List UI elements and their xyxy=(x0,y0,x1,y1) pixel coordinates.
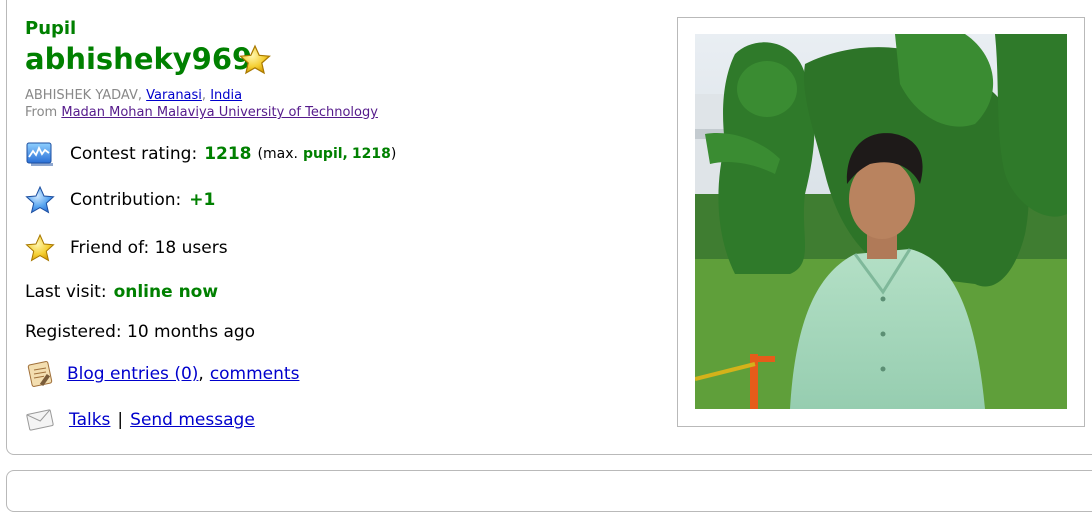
last-visit-value: online now xyxy=(113,282,219,302)
registered-row: Registered: 10 months ago xyxy=(25,322,255,342)
friend-of-text: Friend of: 18 users xyxy=(70,238,228,258)
rating-label: Contest rating: xyxy=(70,144,198,164)
link-separator: | xyxy=(117,410,124,430)
full-name: ABHISHEK YADAV xyxy=(25,88,138,103)
user-location: ABHISHEK YADAV, Varanasi, India xyxy=(25,88,243,103)
blog-entries-link[interactable]: Blog entries (0) xyxy=(67,364,198,384)
friends-row: Friend of: 18 users xyxy=(25,233,228,263)
comma-separator: , xyxy=(198,364,204,384)
organization-link[interactable]: Madan Mohan Malaviya University of Techn… xyxy=(61,105,378,120)
avatar-image xyxy=(695,34,1067,409)
country-link[interactable]: India xyxy=(210,88,242,103)
contest-rating-row: Contest rating: 1218 (max. pupil, 1218 ) xyxy=(25,139,396,169)
user-organization: From Madan Mohan Malaviya University of … xyxy=(25,105,378,120)
contribution-value: +1 xyxy=(189,190,216,210)
talks-row: Talks | Send message xyxy=(25,405,255,435)
star-icon[interactable] xyxy=(239,44,271,76)
last-visit-label: Last visit: xyxy=(25,282,107,302)
registered-text: Registered: 10 months ago xyxy=(25,322,256,342)
envelope-icon xyxy=(26,409,54,431)
max-suffix: ) xyxy=(390,146,397,162)
talks-link[interactable]: Talks xyxy=(69,410,110,430)
secondary-card xyxy=(6,470,1092,512)
user-rank: Pupil xyxy=(25,18,77,39)
max-value: 1218 xyxy=(351,146,391,162)
contribution-row: Contribution: +1 xyxy=(25,185,215,215)
send-message-link[interactable]: Send message xyxy=(130,410,255,430)
gold-star-icon xyxy=(25,233,55,262)
comments-link[interactable]: comments xyxy=(210,364,300,384)
avatar[interactable] xyxy=(695,34,1067,409)
last-visit-row: Last visit: online now xyxy=(25,282,218,302)
user-handle[interactable]: abhisheky969 xyxy=(25,42,252,76)
max-prefix: (max. xyxy=(257,146,298,162)
rating-chart-icon xyxy=(26,142,53,166)
contribution-label: Contribution: xyxy=(70,190,182,210)
from-label: From xyxy=(25,105,58,120)
blue-star-icon xyxy=(25,185,55,214)
city-link[interactable]: Varanasi xyxy=(146,88,202,103)
blog-icon xyxy=(27,361,53,387)
rating-value: 1218 xyxy=(204,144,252,164)
blog-row: Blog entries (0) , comments xyxy=(25,359,299,389)
max-rank: pupil, xyxy=(302,146,348,162)
